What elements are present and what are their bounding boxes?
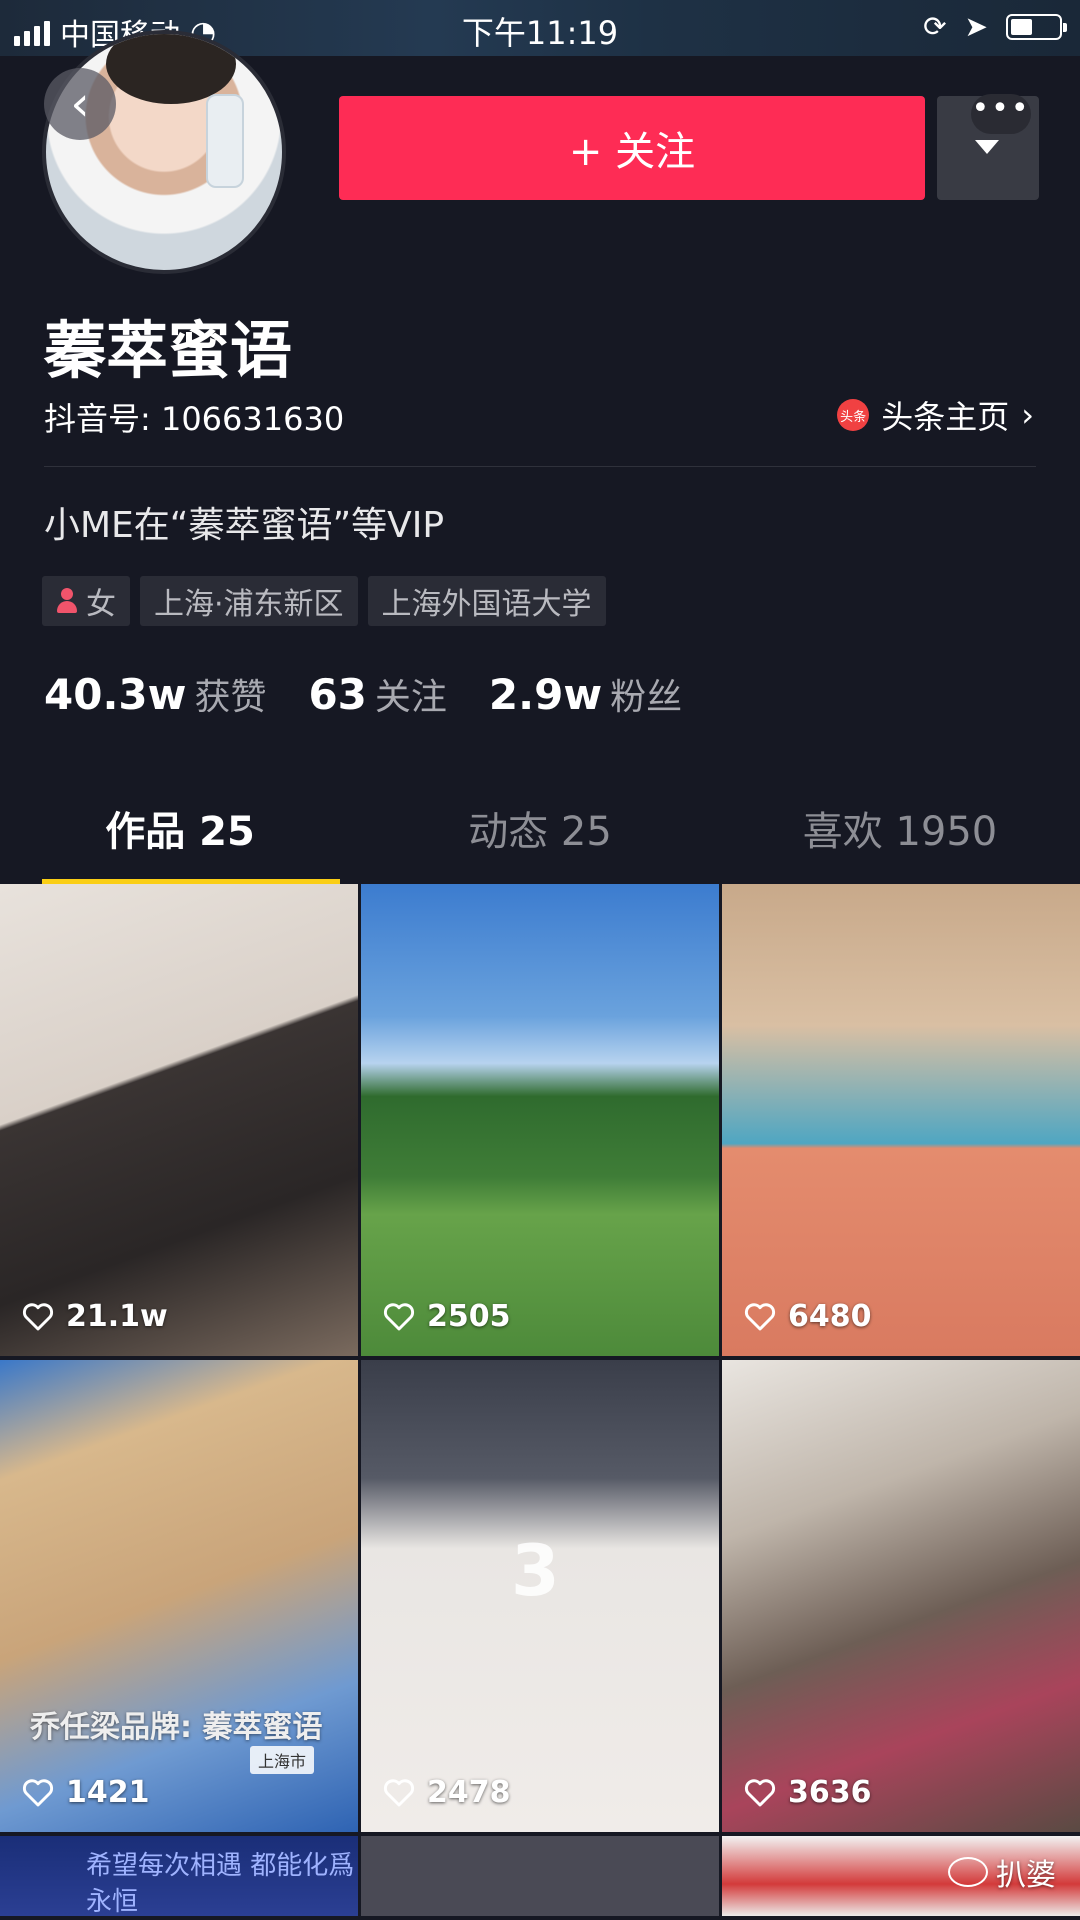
fans-count: 2.9w xyxy=(488,670,603,719)
location-icon: ➤ xyxy=(964,10,988,43)
video-likes: 2505 xyxy=(383,1299,511,1334)
video-grid: 21.1w 2505 6480 乔任梁品牌: 蓁萃蜜语 上海市 1421 3 2… xyxy=(0,884,1080,1916)
heart-icon xyxy=(383,1778,415,1806)
watermark-label: 扒婆 xyxy=(996,1858,1056,1893)
avatar-hair xyxy=(106,34,236,104)
heart-icon xyxy=(22,1778,54,1806)
video-overlay-text: 乔任梁品牌: 蓁萃蜜语 xyxy=(30,1710,323,1745)
video-likes-count: 2505 xyxy=(427,1299,511,1334)
profile-name: 蓁萃蜜语 xyxy=(44,314,293,387)
douyin-id: 抖音号: 106631630 xyxy=(44,400,345,438)
video-thumbnail[interactable] xyxy=(361,1836,719,1916)
avatar-product xyxy=(206,94,244,188)
wechat-icon xyxy=(948,1857,988,1887)
profile-stats: 40.3w 获赞 63 关注 2.9w 粉丝 xyxy=(44,668,682,720)
follow-button[interactable]: + 关注 xyxy=(339,96,925,200)
heart-icon xyxy=(744,1302,776,1330)
video-likes-count: 3636 xyxy=(788,1775,872,1810)
tag-school-label: 上海外国语大学 xyxy=(381,587,592,622)
video-likes-count: 2478 xyxy=(427,1775,511,1810)
tag-location: 上海·浦东新区 xyxy=(140,576,358,626)
video-thumbnail[interactable]: 6480 xyxy=(722,884,1080,1356)
video-thumbnail[interactable]: 21.1w xyxy=(0,884,358,1356)
video-thumbnail[interactable]: 乔任梁品牌: 蓁萃蜜语 上海市 1421 xyxy=(0,1360,358,1832)
likes-label: 获赞 xyxy=(194,677,267,718)
video-likes: 1421 xyxy=(22,1775,150,1810)
tab-liked[interactable]: 喜欢 1950 xyxy=(720,800,1080,884)
likes-count: 40.3w xyxy=(44,670,187,719)
profile-tags: 女 上海·浦东新区 上海外国语大学 xyxy=(42,576,606,626)
tag-gender: 女 xyxy=(42,576,130,626)
video-thumbnail[interactable]: 希望每次相遇 都能化爲永恒 xyxy=(0,1836,358,1916)
tab-activity[interactable]: 动态 25 xyxy=(360,800,720,884)
video-likes-count: 1421 xyxy=(66,1775,150,1810)
avatar[interactable] xyxy=(42,30,286,274)
battery-icon xyxy=(1006,13,1067,40)
video-thumbnail[interactable]: 2505 xyxy=(361,884,719,1356)
tag-location-label: 上海·浦东新区 xyxy=(154,587,344,622)
back-icon: ‹ xyxy=(70,76,90,132)
video-thumbnail[interactable]: 3636 xyxy=(722,1360,1080,1832)
video-likes-count: 21.1w xyxy=(66,1299,168,1334)
heart-icon xyxy=(383,1302,415,1330)
tab-works[interactable]: 作品 25 xyxy=(0,800,360,884)
video-location-sticker: 上海市 xyxy=(250,1746,315,1774)
watermark: 扒婆 xyxy=(948,1850,1056,1894)
profile-tabs: 作品 25 动态 25 喜欢 1950 xyxy=(0,800,1080,884)
chevron-down-icon xyxy=(975,140,999,154)
heart-icon xyxy=(744,1778,776,1806)
video-overlay-number: 3 xyxy=(511,1530,560,1612)
rotation-lock-icon: ⟳ xyxy=(923,10,947,43)
following-label: 关注 xyxy=(374,677,447,718)
stat-likes[interactable]: 40.3w 获赞 xyxy=(44,668,266,720)
fans-label: 粉丝 xyxy=(610,677,683,718)
video-likes: 21.1w xyxy=(22,1299,168,1334)
stat-fans[interactable]: 2.9w 粉丝 xyxy=(489,668,682,720)
video-likes: 2478 xyxy=(383,1775,511,1810)
bio: 小ME在“蓁萃蜜语”等VIP xyxy=(44,505,445,546)
back-button[interactable]: ‹ xyxy=(44,68,116,140)
follow-label: + 关注 xyxy=(568,129,696,175)
video-thumbnail[interactable]: 3 2478 xyxy=(361,1360,719,1832)
video-likes: 6480 xyxy=(744,1299,872,1334)
stat-following[interactable]: 63 关注 xyxy=(308,668,446,720)
toutiao-link[interactable]: 头条 头条主页 › xyxy=(837,392,1034,438)
chevron-right-icon: › xyxy=(1021,396,1034,434)
tag-gender-label: 女 xyxy=(86,587,116,622)
video-likes-count: 6480 xyxy=(788,1299,872,1334)
more-button[interactable]: ••• xyxy=(937,94,1039,200)
more-dots-icon: ••• xyxy=(971,94,1031,134)
female-icon xyxy=(56,588,78,614)
toutiao-label: 头条主页 xyxy=(881,398,1010,436)
following-count: 63 xyxy=(308,670,367,719)
heart-icon xyxy=(22,1302,54,1330)
divider xyxy=(44,466,1036,467)
status-icons: ⟳ ➤ xyxy=(923,10,1067,43)
toutiao-icon: 头条 xyxy=(837,399,870,431)
video-overlay-text: 希望每次相遇 都能化爲永恒 xyxy=(86,1851,355,1916)
tag-school: 上海外国语大学 xyxy=(367,576,606,626)
video-likes: 3636 xyxy=(744,1775,872,1810)
